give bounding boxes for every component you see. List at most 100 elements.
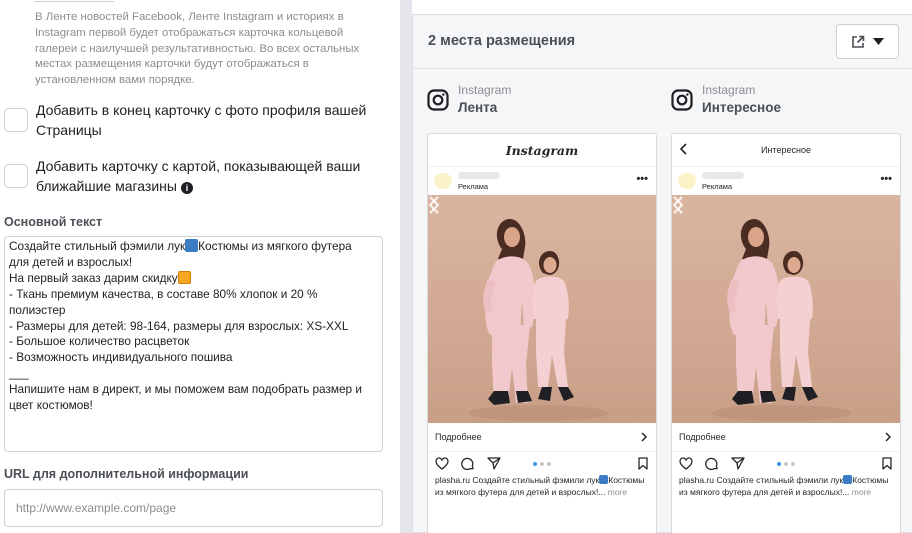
primary-text-line: - Большое количество расцветок xyxy=(9,334,378,350)
primary-text-segment: цвет костюмов! xyxy=(9,398,93,413)
phone-top-bar: Instagram xyxy=(428,134,656,167)
primary-text-line: Создайте стильный фэмили лук Костюмы из м… xyxy=(9,239,378,255)
carousel-next-icon[interactable] xyxy=(428,195,440,215)
instagram-icon xyxy=(427,89,449,111)
url-input[interactable]: http://www.example.com/page xyxy=(4,489,383,527)
family-photo xyxy=(712,219,852,421)
external-link-icon xyxy=(852,35,865,48)
placement-name: Лента xyxy=(458,100,498,115)
caret-down-icon xyxy=(873,38,884,45)
previous-field-edge xyxy=(34,0,114,2)
carousel-pager xyxy=(777,462,795,466)
learn-more-label: Подробнее xyxy=(679,432,726,442)
map-card-label: Добавить карточку с картой, показывающей… xyxy=(36,156,381,196)
map-card-label-text: Добавить карточку с картой, показывающей… xyxy=(36,158,361,194)
account-name xyxy=(458,172,500,179)
carousel-pager xyxy=(533,462,551,466)
carousel-order-note: В Ленте новостей Facebook, Ленте Instagr… xyxy=(35,11,360,87)
more-options-icon[interactable]: ••• xyxy=(636,173,648,185)
map-card-option[interactable]: Добавить карточку с картой, показывающей… xyxy=(4,156,381,196)
primary-text-line: цвет костюмов! xyxy=(9,398,378,414)
heart-icon[interactable] xyxy=(435,457,449,470)
avatar xyxy=(434,173,452,189)
column-divider xyxy=(400,0,412,533)
primary-text-line: ___ xyxy=(9,366,378,382)
bookmark-icon[interactable] xyxy=(882,457,892,470)
primary-text-line: - Размеры для детей: 98-164, размеры для… xyxy=(9,319,378,335)
post-caption: plasha.ru Создайте стильный фэмили лук Ко… xyxy=(428,474,656,499)
feed-post-preview: Instagram Реклама ••• Подробнее plasha.r… xyxy=(427,133,657,533)
post-caption: plasha.ru Создайте стильный фэмили лук Ко… xyxy=(672,474,900,499)
share-icon[interactable] xyxy=(731,457,745,470)
placement-instagram-explore: Instagram Интересное xyxy=(671,83,781,117)
avatar xyxy=(678,173,696,189)
primary-text-segment: - Возможность индивидуального пошива xyxy=(9,350,233,365)
explore-post-preview: Интересное Реклама ••• Подробнее plasha.… xyxy=(671,133,901,533)
preview-header: 2 места размещения xyxy=(413,15,912,69)
primary-text-segment: для детей и взрослых! xyxy=(9,254,133,269)
comment-icon[interactable] xyxy=(705,457,719,471)
comment-icon[interactable] xyxy=(461,457,475,471)
account-name xyxy=(702,172,744,179)
placement-platform: Instagram xyxy=(458,83,512,97)
placement-name: Интересное xyxy=(702,100,781,115)
phone-top-bar: Интересное xyxy=(672,134,900,167)
more-link[interactable]: more xyxy=(852,487,871,497)
shirt-emoji-icon xyxy=(185,239,199,252)
shirt-emoji-icon xyxy=(599,475,609,484)
primary-text-segment: Создайте стильный фэмили лук xyxy=(9,239,186,253)
placements-count-title: 2 места размещения xyxy=(428,33,576,49)
url-label: URL для дополнительной информации xyxy=(4,467,249,481)
primary-text-segment: Костюмы из мягкого футера xyxy=(198,239,352,253)
carousel-image xyxy=(672,195,900,423)
primary-text-line: - Возможность индивидуального пошива xyxy=(9,350,378,366)
profile-card-label: Добавить в конец карточку с фото профиля… xyxy=(36,102,367,138)
primary-text-line: Напишите нам в директ, и мы поможем вам … xyxy=(9,382,378,398)
placement-instagram-feed: Instagram Лента xyxy=(427,83,511,117)
primary-text-segment: - Размеры для детей: 98-164, размеры для… xyxy=(9,318,349,333)
primary-text-label: Основной текст xyxy=(4,215,103,229)
primary-text-line: полиэстер xyxy=(9,303,378,319)
post-header: Реклама ••• xyxy=(672,167,900,195)
more-link[interactable]: more xyxy=(608,487,627,497)
primary-text-line: для детей и взрослых! xyxy=(9,255,378,271)
ad-preview-panel: 2 места размещения Instagram Лента Insta… xyxy=(412,14,912,533)
primary-text-field[interactable]: Создайте стильный фэмили лук Костюмы из м… xyxy=(4,236,383,452)
caption-text: plasha.ru Создайте стильный фэмили лук xyxy=(679,475,844,485)
share-preview-button[interactable] xyxy=(836,24,899,59)
caption-text: plasha.ru Создайте стильный фэмили лук xyxy=(435,475,600,485)
post-actions xyxy=(672,452,900,474)
share-icon[interactable] xyxy=(487,457,501,470)
placement-platform: Instagram xyxy=(702,83,756,97)
primary-text-segment: На первый заказ дарим скидку xyxy=(9,270,178,285)
chevron-right-icon xyxy=(885,432,892,442)
instagram-icon xyxy=(671,89,693,111)
profile-card-option[interactable]: Добавить в конец карточку с фото профиля… xyxy=(4,100,381,140)
primary-text-line: На первый заказ дарим скидку xyxy=(9,270,378,287)
sponsored-label: Реклама xyxy=(458,182,489,191)
cta-bar[interactable]: Подробнее xyxy=(428,423,656,452)
bookmark-icon[interactable] xyxy=(638,457,648,470)
explore-title: Интересное xyxy=(761,145,811,155)
ad-settings-column: В Ленте новостей Facebook, Ленте Instagr… xyxy=(0,0,400,533)
learn-more-label: Подробнее xyxy=(435,432,482,442)
chevron-right-icon xyxy=(641,432,648,442)
primary-text-segment: - Большое количество расцветок xyxy=(9,334,190,349)
profile-card-checkbox[interactable] xyxy=(4,108,28,132)
carousel-next-icon[interactable] xyxy=(672,195,684,215)
post-actions xyxy=(428,452,656,474)
gift-emoji-icon xyxy=(177,270,191,284)
heart-icon[interactable] xyxy=(679,457,693,470)
primary-text-segment: полиэстер xyxy=(9,302,66,317)
primary-text-segment: Напишите нам в директ, и мы поможем вам … xyxy=(9,382,362,397)
shirt-emoji-icon xyxy=(843,475,853,484)
family-photo xyxy=(468,219,608,421)
carousel-image xyxy=(428,195,656,423)
primary-text-line: - Ткань премиум качества, в составе 80% … xyxy=(9,287,378,303)
sponsored-label: Реклама xyxy=(702,182,733,191)
primary-text-segment: - Ткань премиум качества, в составе 80% … xyxy=(9,286,318,301)
map-card-checkbox[interactable] xyxy=(4,164,28,188)
info-icon[interactable]: i xyxy=(180,182,193,194)
cta-bar[interactable]: Подробнее xyxy=(672,423,900,452)
more-options-icon[interactable]: ••• xyxy=(880,173,892,185)
